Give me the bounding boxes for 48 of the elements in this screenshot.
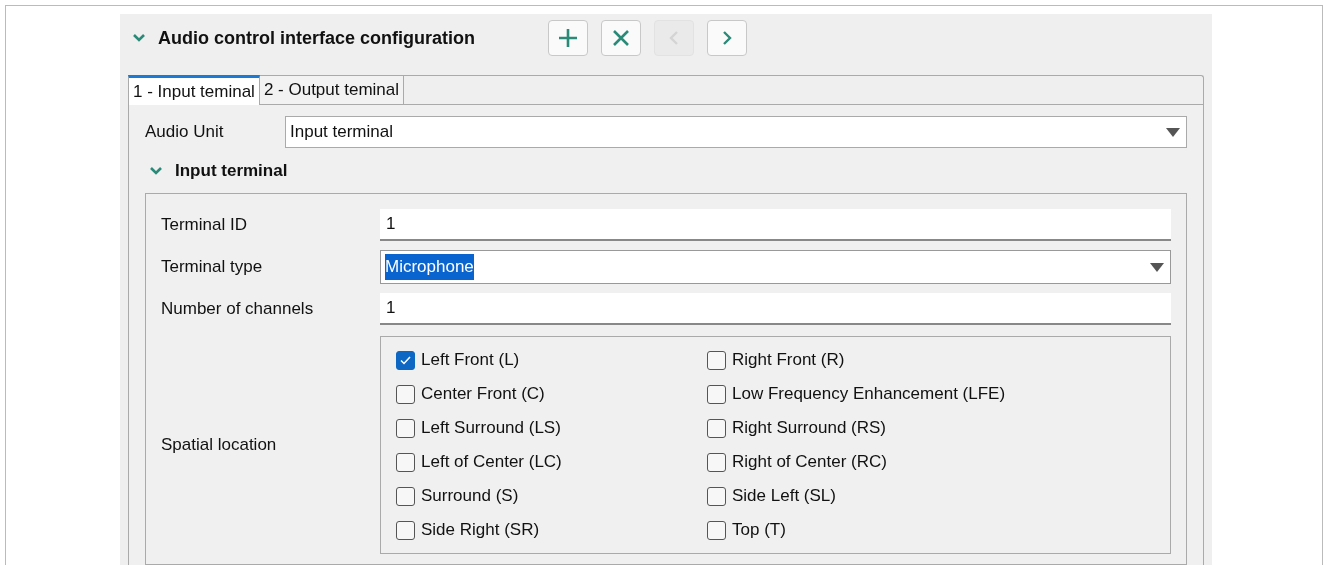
chevron-down-icon[interactable] — [132, 33, 146, 43]
field-label: Number of channels — [161, 298, 315, 321]
checkbox[interactable] — [707, 486, 726, 506]
checkbox-label: Low Frequency Enhancement (LFE) — [732, 383, 1006, 406]
field-label: Terminal type — [161, 256, 264, 279]
dropdown-caret-icon — [1150, 262, 1164, 272]
chevron-right-icon — [722, 30, 732, 46]
checkbox-label: Side Left (SL) — [732, 485, 836, 508]
checkbox[interactable] — [396, 384, 415, 404]
field-label: Audio Unit — [145, 121, 225, 144]
delete-button[interactable] — [601, 20, 641, 56]
checkmark-icon — [400, 355, 411, 365]
tab[interactable]: 1 - Input teminal — [128, 75, 260, 105]
chevron-down-icon[interactable] — [149, 166, 163, 176]
checkbox[interactable] — [707, 520, 726, 540]
checkbox-label: Left of Center (LC) — [421, 451, 562, 474]
checkbox[interactable] — [707, 452, 726, 472]
checkbox[interactable] — [396, 418, 415, 438]
plus-icon — [558, 28, 578, 48]
checkbox-label: Side Right (SR) — [421, 519, 540, 542]
checkbox[interactable] — [707, 418, 726, 438]
tab[interactable]: 2 - Output teminal — [259, 75, 405, 104]
checkbox[interactable] — [707, 384, 726, 404]
text-field[interactable]: 1 — [380, 293, 1171, 325]
checkbox[interactable] — [396, 520, 415, 540]
checkbox-label: Right Front (R) — [732, 349, 845, 372]
text-field[interactable]: 1 — [380, 209, 1171, 241]
checkbox[interactable] — [707, 350, 726, 370]
subsection-title: Input terminal — [175, 160, 288, 183]
checkbox-label: Surround (S) — [421, 485, 519, 508]
checkbox[interactable] — [396, 486, 415, 506]
checkbox[interactable] — [396, 350, 415, 370]
checkbox[interactable] — [396, 452, 415, 472]
checkbox-label: Left Surround (LS) — [421, 417, 561, 440]
section-title: Audio control interface configuration — [158, 26, 476, 50]
checkbox-label: Right of Center (RC) — [732, 451, 887, 474]
dropdown-caret-icon — [1166, 127, 1180, 137]
checkbox-label: Right Surround (RS) — [732, 417, 886, 440]
add-button[interactable] — [548, 20, 588, 56]
checkbox-label: Top (T) — [732, 519, 786, 542]
dropdown[interactable]: Microphone — [380, 250, 1171, 284]
field-label: Terminal ID — [161, 214, 248, 237]
close-icon — [612, 29, 630, 47]
next-button[interactable] — [707, 20, 747, 56]
checkbox-label: Center Front (C) — [421, 383, 545, 406]
dropdown[interactable]: Input terminal — [285, 116, 1187, 148]
checkbox-label: Left Front (L) — [421, 349, 520, 372]
field-label: Spatial location — [161, 434, 278, 457]
